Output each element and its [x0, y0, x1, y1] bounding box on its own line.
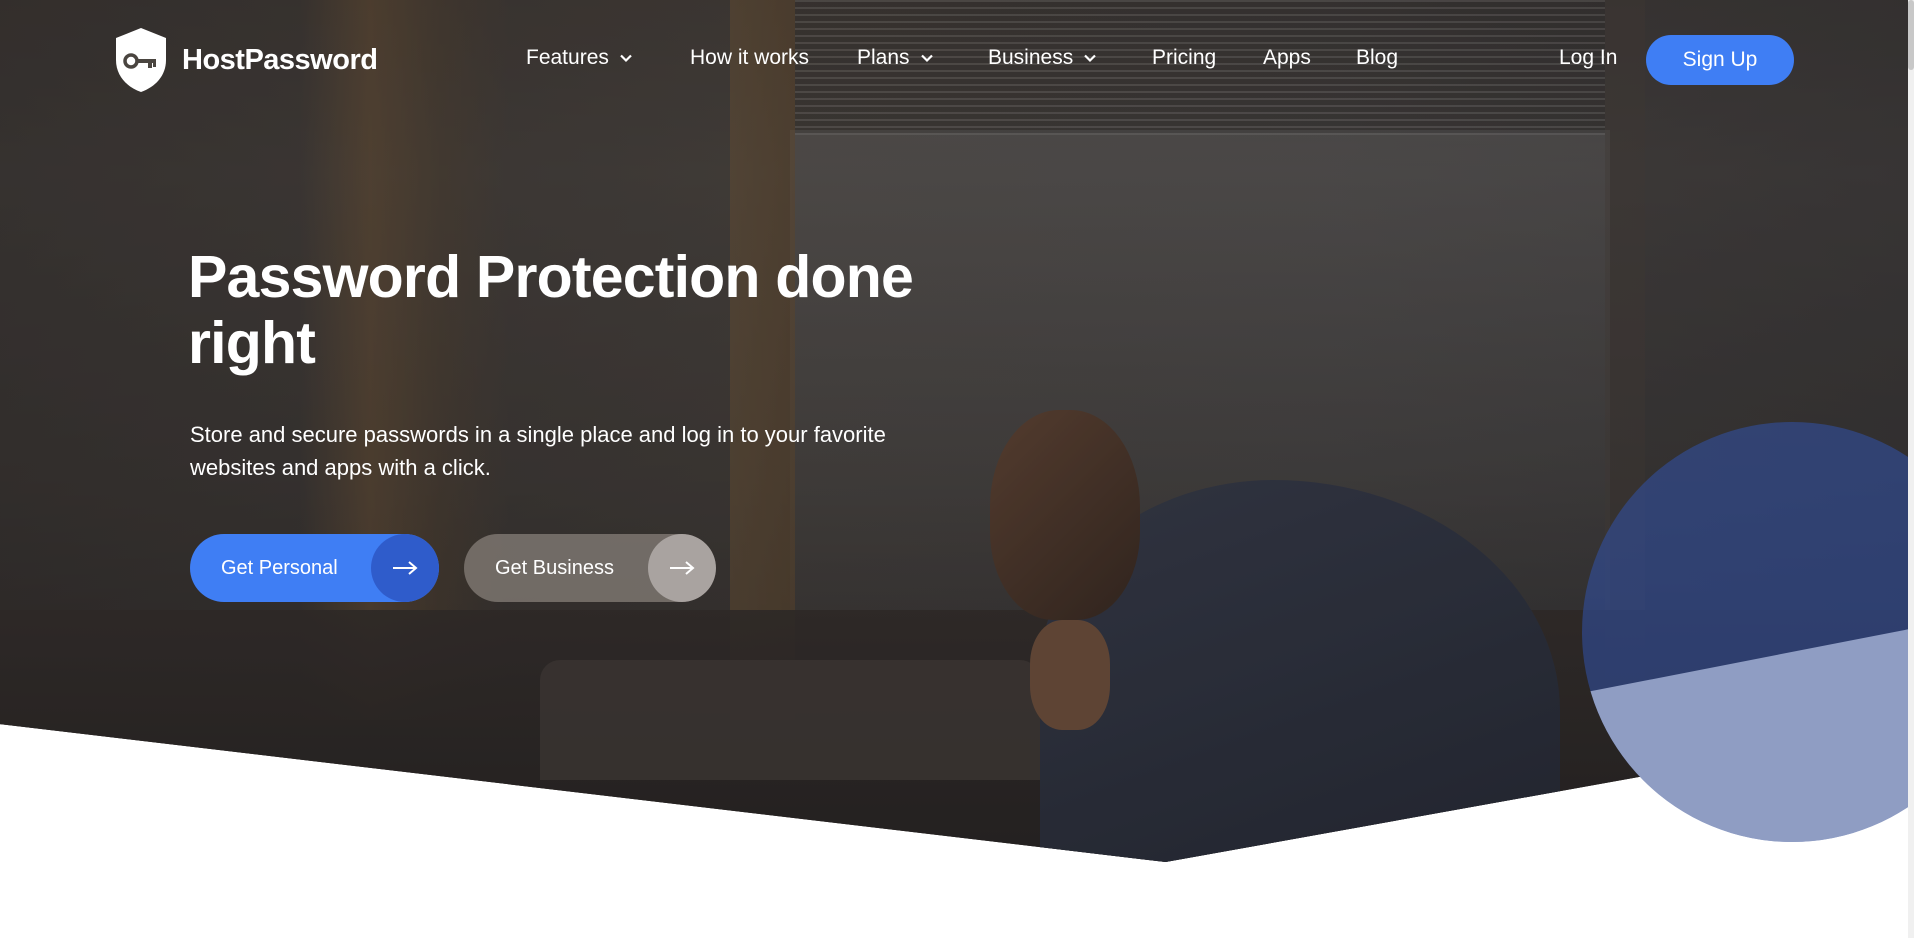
login-label: Log In	[1559, 46, 1618, 69]
get-business-button[interactable]: Get Business	[464, 534, 716, 602]
nav-apps-label: Apps	[1263, 46, 1311, 69]
arrow-right-icon	[371, 534, 439, 602]
nav-business[interactable]: Business	[988, 46, 1097, 70]
get-personal-button[interactable]: Get Personal	[190, 534, 439, 602]
scrollbar-thumb[interactable]	[1908, 0, 1914, 70]
hero-headline: Password Protection done right	[188, 244, 914, 376]
page-scrollbar[interactable]	[1908, 0, 1914, 938]
chevron-down-icon	[1084, 54, 1096, 63]
nav-how-it-works[interactable]: How it works	[690, 46, 809, 70]
shield-key-icon	[116, 28, 166, 92]
nav-features[interactable]: Features	[526, 46, 633, 70]
nav-pricing[interactable]: Pricing	[1152, 46, 1216, 70]
nav-blog[interactable]: Blog	[1356, 46, 1398, 70]
nav-pricing-label: Pricing	[1152, 46, 1217, 69]
signup-button[interactable]: Sign Up	[1646, 35, 1794, 85]
arrow-right-icon	[648, 534, 716, 602]
nav-how-it-works-label: How it works	[690, 46, 810, 69]
nav-apps[interactable]: Apps	[1263, 46, 1311, 70]
nav-business-label: Business	[988, 46, 1074, 69]
brand-logo-link[interactable]: HostPassword	[112, 26, 378, 94]
chevron-down-icon	[620, 54, 632, 63]
get-business-label: Get Business	[495, 556, 614, 579]
brand-name: HostPassword	[182, 43, 378, 76]
nav-plans-label: Plans	[857, 46, 910, 69]
nav-features-label: Features	[526, 46, 609, 69]
chevron-down-icon	[920, 54, 933, 63]
login-link[interactable]: Log In	[1559, 46, 1617, 70]
nav-plans[interactable]: Plans	[857, 46, 934, 70]
top-navigation: HostPassword Features How it works Plans…	[0, 0, 1914, 120]
signup-label: Sign Up	[1682, 48, 1758, 71]
landing-page: HostPassword Features How it works Plans…	[0, 0, 1914, 938]
hero-subheadline: Store and secure passwords in a single p…	[190, 422, 886, 480]
get-personal-label: Get Personal	[221, 556, 338, 579]
nav-blog-label: Blog	[1356, 46, 1399, 69]
